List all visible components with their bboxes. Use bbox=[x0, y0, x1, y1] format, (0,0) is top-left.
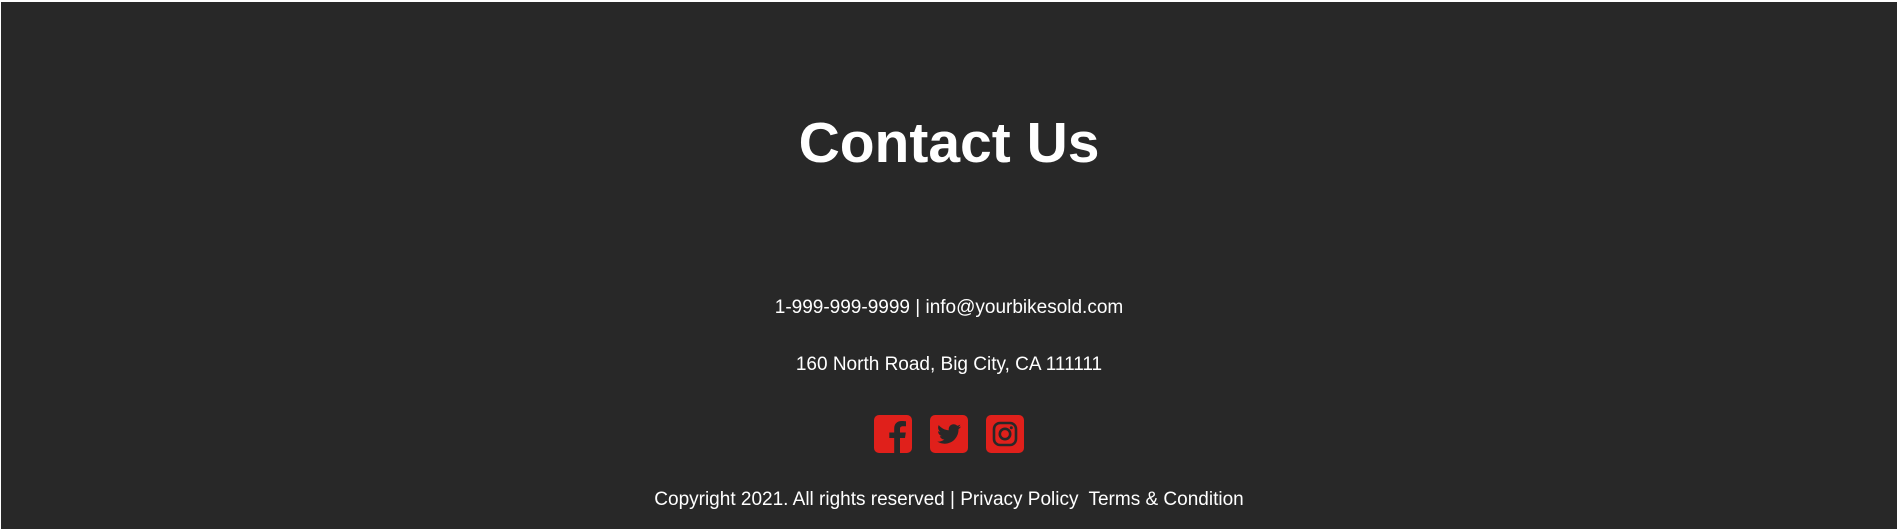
facebook-icon[interactable] bbox=[874, 415, 912, 453]
email-link[interactable]: info@yourbikesold.com bbox=[925, 297, 1123, 318]
contact-section: Contact Us 1-999-999-9999 | info@yourbik… bbox=[1, 2, 1897, 529]
instagram-icon[interactable] bbox=[986, 415, 1024, 453]
page-title: Contact Us bbox=[798, 111, 1100, 175]
copyright-text: Copyright 2021. All rights reserved bbox=[654, 489, 945, 510]
separator: | bbox=[915, 297, 921, 318]
phone-link[interactable]: 1-999-999-9999 bbox=[775, 297, 910, 318]
footer: Copyright 2021. All rights reserved | Pr… bbox=[1, 489, 1897, 511]
separator: | bbox=[950, 489, 955, 510]
privacy-policy-link[interactable]: Privacy Policy bbox=[960, 489, 1078, 510]
social-links bbox=[1, 415, 1897, 453]
terms-link[interactable]: Terms & Condition bbox=[1088, 489, 1243, 510]
twitter-icon[interactable] bbox=[930, 415, 968, 453]
contact-info-line: 1-999-999-9999 | info@yourbikesold.com bbox=[1, 297, 1897, 319]
address-text: 160 North Road, Big City, CA 111111 bbox=[795, 354, 1103, 375]
address-line: 160 North Road, Big City, CA 111111 bbox=[1, 354, 1897, 376]
